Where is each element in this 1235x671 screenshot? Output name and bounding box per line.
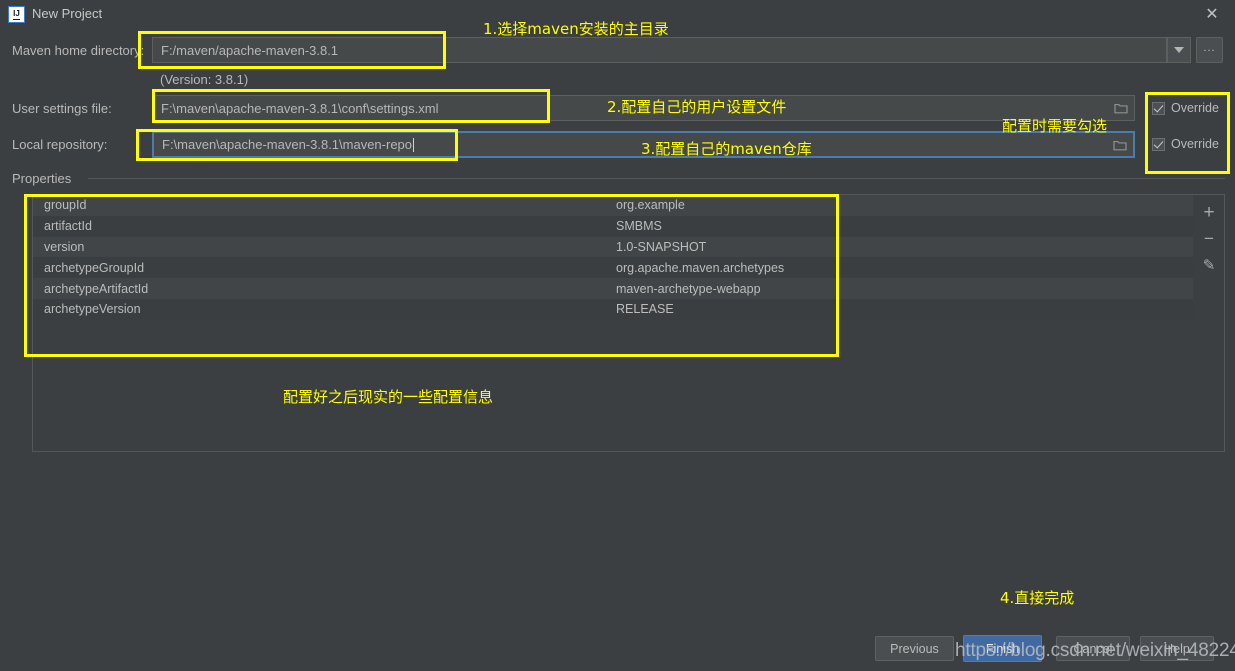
- property-value: 1.0-SNAPSHOT: [616, 239, 707, 254]
- property-key: archetypeGroupId: [44, 260, 145, 275]
- watermark-url: https://blog.csdn.net/weixin_48224061: [955, 640, 1235, 661]
- property-key: groupId: [44, 198, 87, 213]
- table-row[interactable]: archetypeGroupId org.apache.maven.archet…: [33, 257, 1224, 279]
- checkbox-checked-icon[interactable]: [1152, 101, 1165, 115]
- text-caret: [413, 137, 415, 152]
- maven-version-note: (Version: 3.8.1): [160, 72, 249, 87]
- previous-button-label: Previous: [890, 641, 939, 656]
- user-settings-override-label: Override: [1171, 101, 1219, 115]
- user-settings-value: F:\maven\apache-maven-3.8.1\conf\setting…: [161, 100, 439, 116]
- properties-group-divider: [88, 178, 1225, 179]
- checkbox-checked-icon[interactable]: [1152, 137, 1165, 151]
- user-settings-override-checkbox[interactable]: Override: [1152, 101, 1219, 115]
- property-key: version: [44, 239, 85, 254]
- remove-property-button[interactable]: −: [1193, 227, 1225, 251]
- window-title: New Project: [32, 6, 103, 21]
- table-row[interactable]: groupId org.example: [33, 195, 1224, 216]
- maven-home-input[interactable]: F:/maven/apache-maven-3.8.1: [152, 37, 1167, 63]
- edit-property-button[interactable]: ✎: [1193, 253, 1225, 277]
- local-repository-label: Local repository:: [12, 137, 108, 152]
- table-row[interactable]: version 1.0-SNAPSHOT: [33, 236, 1224, 258]
- maven-home-dropdown-button[interactable]: [1167, 37, 1191, 63]
- properties-toolbar: + − ✎: [1193, 194, 1225, 452]
- properties-group-label: Properties: [12, 171, 78, 186]
- annotation-step2: 2.配置自己的用户设置文件: [607, 98, 787, 116]
- property-value: RELEASE: [616, 302, 674, 317]
- property-value: org.example: [616, 198, 685, 213]
- app-icon-text: IJ: [13, 8, 20, 20]
- property-value: org.apache.maven.archetypes: [616, 260, 785, 275]
- local-repository-override-checkbox[interactable]: Override: [1152, 137, 1219, 151]
- annotation-step4: 4.直接完成: [1000, 589, 1075, 607]
- browse-button-label: ...: [1203, 41, 1216, 54]
- property-key: archetypeVersion: [44, 302, 141, 317]
- add-property-button[interactable]: +: [1193, 201, 1225, 225]
- table-row[interactable]: archetypeVersion RELEASE: [33, 298, 1224, 320]
- table-row[interactable]: archetypeArtifactId maven-archetype-weba…: [33, 278, 1224, 299]
- table-row[interactable]: artifactId SMBMS: [33, 215, 1224, 237]
- local-repository-value: F:\maven\apache-maven-3.8.1\maven-repo: [162, 137, 413, 152]
- close-icon[interactable]: ✕: [1203, 6, 1221, 24]
- minus-icon: −: [1204, 229, 1214, 248]
- previous-button[interactable]: Previous: [875, 636, 954, 661]
- annotation-step3: 3.配置自己的maven仓库: [641, 140, 812, 158]
- annotation-step1: 1.选择maven安装的主目录: [483, 20, 669, 38]
- intellij-idea-icon: IJ: [8, 6, 25, 23]
- properties-table[interactable]: groupId org.example artifactId SMBMS ver…: [32, 194, 1225, 452]
- folder-icon[interactable]: [1113, 139, 1127, 151]
- user-settings-label: User settings file:: [12, 101, 112, 116]
- pencil-icon: ✎: [1202, 257, 1216, 274]
- maven-home-browse-button[interactable]: ...: [1196, 37, 1223, 63]
- new-project-dialog: IJ New Project ✕ Maven home directory: F…: [0, 0, 1235, 671]
- maven-home-label: Maven home directory:: [12, 43, 145, 58]
- local-repository-override-label: Override: [1171, 137, 1219, 151]
- plus-icon: +: [1203, 202, 1215, 223]
- folder-icon[interactable]: [1114, 102, 1128, 114]
- maven-home-value: F:/maven/apache-maven-3.8.1: [161, 42, 339, 58]
- property-key: archetypeArtifactId: [44, 281, 149, 296]
- annotation-properties-note: 配置好之后现实的一些配置信息: [283, 388, 494, 406]
- property-value: SMBMS: [616, 219, 662, 234]
- property-value: maven-archetype-webapp: [616, 281, 761, 296]
- annotation-checkbox-note: 配置时需要勾选: [1002, 117, 1108, 135]
- property-key: artifactId: [44, 219, 92, 234]
- chevron-down-icon: [1174, 47, 1184, 53]
